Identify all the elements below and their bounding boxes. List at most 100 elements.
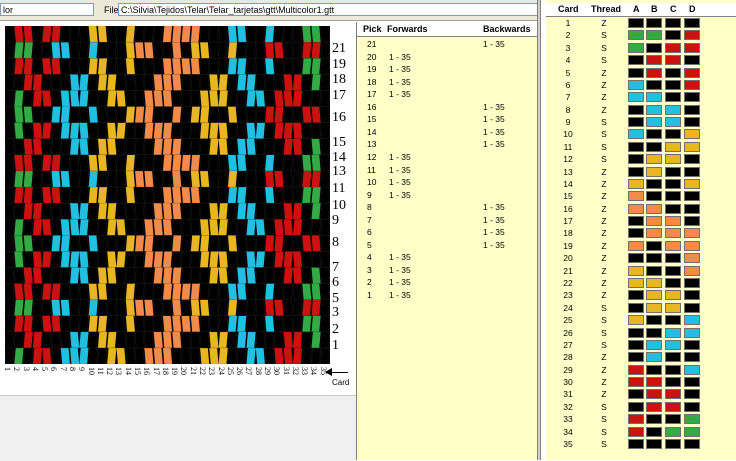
hole-color-cell[interactable] <box>684 401 700 412</box>
hole-color-cell[interactable] <box>684 117 700 128</box>
card-row[interactable]: 30 Z <box>546 376 736 388</box>
hole-color-cell[interactable] <box>646 438 662 449</box>
hole-color-cell[interactable] <box>628 265 644 276</box>
hole-color-cell[interactable] <box>628 426 644 437</box>
card-row[interactable]: 10 S <box>546 128 736 140</box>
hole-color-cell[interactable] <box>665 104 681 115</box>
pick-row[interactable]: 13 1 - 35 <box>357 138 537 150</box>
card-thread-direction[interactable]: Z <box>594 190 614 202</box>
card-row[interactable]: 27 S <box>546 339 736 351</box>
hole-color-cell[interactable] <box>646 67 662 78</box>
hole-color-cell[interactable] <box>628 240 644 251</box>
hole-color-cell[interactable] <box>646 166 662 177</box>
pick-row[interactable]: 5 1 - 35 <box>357 239 537 251</box>
hole-color-cell[interactable] <box>665 290 681 301</box>
hole-color-cell[interactable] <box>628 352 644 363</box>
hole-color-cell[interactable] <box>646 364 662 375</box>
hole-color-cell[interactable] <box>628 377 644 388</box>
hole-color-cell[interactable] <box>665 315 681 326</box>
hole-color-cell[interactable] <box>684 42 700 53</box>
hole-color-cell[interactable] <box>646 117 662 128</box>
card-thread-direction[interactable]: S <box>594 327 614 339</box>
hole-color-cell[interactable] <box>628 154 644 165</box>
hole-color-cell[interactable] <box>628 42 644 53</box>
hole-color-cell[interactable] <box>628 166 644 177</box>
hole-color-cell[interactable] <box>646 377 662 388</box>
card-row[interactable]: 6Z <box>546 79 736 91</box>
hole-color-cell[interactable] <box>628 191 644 202</box>
hole-color-cell[interactable] <box>646 277 662 288</box>
hole-color-cell[interactable] <box>665 92 681 103</box>
hole-d-column-header[interactable]: D <box>689 4 696 14</box>
pick-row[interactable]: 2 1 - 35 <box>357 276 537 288</box>
hole-color-cell[interactable] <box>646 18 662 28</box>
hole-color-cell[interactable] <box>628 141 644 152</box>
pick-row[interactable]: 7 1 - 35 <box>357 214 537 226</box>
hole-color-cell[interactable] <box>665 414 681 425</box>
hole-color-cell[interactable] <box>665 18 681 28</box>
card-thread-direction[interactable]: S <box>594 438 614 450</box>
hole-color-cell[interactable] <box>665 129 681 140</box>
card-thread-direction[interactable]: Z <box>594 104 614 116</box>
card-thread-direction[interactable]: Z <box>594 388 614 400</box>
card-row[interactable]: 13 Z <box>546 166 736 178</box>
hole-color-cell[interactable] <box>628 178 644 189</box>
card-row[interactable]: 18 Z <box>546 227 736 239</box>
hole-color-cell[interactable] <box>684 154 700 165</box>
hole-color-cell[interactable] <box>684 30 700 41</box>
pick-row[interactable]: 6 1 - 35 <box>357 226 537 238</box>
hole-color-cell[interactable] <box>684 55 700 66</box>
card-row[interactable]: 11 S <box>546 141 736 153</box>
card-thread-direction[interactable]: Z <box>594 203 614 215</box>
hole-color-cell[interactable] <box>646 339 662 350</box>
pick-row[interactable]: 1 1 - 35 <box>357 289 537 301</box>
card-thread-direction[interactable]: Z <box>594 351 614 363</box>
hole-color-cell[interactable] <box>665 154 681 165</box>
hole-color-cell[interactable] <box>684 414 700 425</box>
card-thread-direction[interactable]: Z <box>594 178 614 190</box>
card-thread-direction[interactable]: Z <box>594 17 614 29</box>
card-thread-direction[interactable]: Z <box>594 79 614 91</box>
pick-row[interactable]: 12 1 - 35 <box>357 151 537 163</box>
pick-row[interactable]: 19 1 - 35 <box>357 63 537 75</box>
hole-color-cell[interactable] <box>646 352 662 363</box>
hole-color-cell[interactable] <box>646 414 662 425</box>
hole-color-cell[interactable] <box>628 55 644 66</box>
hole-color-cell[interactable] <box>665 166 681 177</box>
hole-color-cell[interactable] <box>684 228 700 239</box>
hole-color-cell[interactable] <box>684 129 700 140</box>
hole-color-cell[interactable] <box>646 203 662 214</box>
hole-color-cell[interactable] <box>646 290 662 301</box>
card-row[interactable]: 28 Z <box>546 351 736 363</box>
card-thread-direction[interactable]: Z <box>594 67 614 79</box>
hole-color-cell[interactable] <box>646 30 662 41</box>
hole-color-cell[interactable] <box>646 79 662 90</box>
hole-color-cell[interactable] <box>628 327 644 338</box>
hole-color-cell[interactable] <box>665 364 681 375</box>
hole-color-cell[interactable] <box>684 377 700 388</box>
card-row[interactable]: 33 S <box>546 413 736 425</box>
hole-color-cell[interactable] <box>628 315 644 326</box>
hole-color-cell[interactable] <box>665 30 681 41</box>
card-row[interactable]: 4S <box>546 54 736 66</box>
hole-color-cell[interactable] <box>665 426 681 437</box>
hole-color-cell[interactable] <box>665 67 681 78</box>
hole-color-cell[interactable] <box>646 240 662 251</box>
card-row[interactable]: 35 S <box>546 438 736 450</box>
card-thread-direction[interactable]: S <box>594 413 614 425</box>
hole-color-cell[interactable] <box>646 401 662 412</box>
hole-color-cell[interactable] <box>646 327 662 338</box>
thread-column-header[interactable]: Thread <box>591 4 621 14</box>
hole-color-cell[interactable] <box>646 141 662 152</box>
hole-color-cell[interactable] <box>646 42 662 53</box>
card-row[interactable]: 7Z <box>546 91 736 103</box>
hole-color-cell[interactable] <box>684 265 700 276</box>
hole-color-cell[interactable] <box>646 178 662 189</box>
hole-color-cell[interactable] <box>646 265 662 276</box>
hole-color-cell[interactable] <box>646 129 662 140</box>
splitter[interactable] <box>537 0 541 460</box>
pick-row[interactable]: 10 1 - 35 <box>357 176 537 188</box>
hole-color-cell[interactable] <box>665 253 681 264</box>
hole-color-cell[interactable] <box>646 426 662 437</box>
card-thread-direction[interactable]: S <box>594 153 614 165</box>
